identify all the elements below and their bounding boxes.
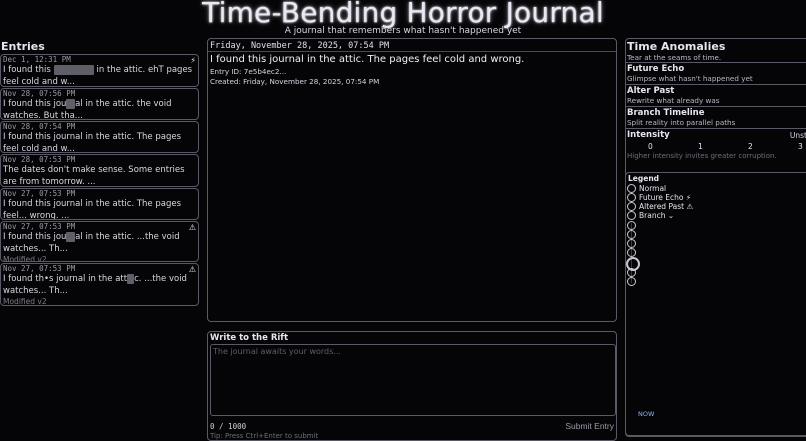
entry-preview-text: I found this jou <box>3 232 67 242</box>
timeline-node[interactable] <box>627 230 636 239</box>
entry-timestamp: Nov 28, 07:53 PM <box>3 155 76 164</box>
page-title: Time-Bending Horror Journal <box>202 0 604 29</box>
entry-preview-text: watches... Th... <box>3 285 68 296</box>
circle-icon <box>627 211 636 220</box>
entry-preview-text: I found this journal in the attic. The p… <box>3 132 182 153</box>
entry-timestamp: Nov 28, 07:56 PM <box>3 89 76 98</box>
entry-date: Friday, November 28, 2025, 07:54 PM <box>210 41 390 51</box>
intensity-tick: 1 <box>698 142 703 151</box>
entry-card[interactable]: Dec 1, 12:31 PM ⚡ I found this ▫▫▫▫▫▫▫ in … <box>0 54 199 87</box>
lightning-icon: ⚡ <box>190 56 196 65</box>
legend-label: Future Echo ⚡ <box>639 193 692 202</box>
mode-desc: Rewrite what already was <box>627 96 720 105</box>
entry-card[interactable]: Nov 28, 07:53 PM The dates don't make sen… <box>0 154 199 187</box>
entry-preview: The dates don't make sense. Some entries… <box>3 165 196 187</box>
submit-entry-button[interactable]: Submit Entry <box>565 421 614 431</box>
timeline-node[interactable] <box>627 248 636 257</box>
mode-desc: Split reality into parallel paths <box>627 118 736 127</box>
mode-future-echo[interactable]: Future Echo Glimpse what hasn't happened… <box>626 62 806 84</box>
circle-icon <box>627 184 636 193</box>
circle-icon <box>627 193 636 202</box>
mode-name: Future Echo <box>627 64 685 74</box>
intensity-tick: 3 <box>798 142 803 151</box>
mode-name: Alter Past <box>627 86 675 96</box>
entry-timestamp: Nov 27, 07:53 PM <box>3 222 76 231</box>
entry-timestamp: Nov 28, 07:54 PM <box>3 122 76 131</box>
entry-card[interactable]: Nov 27, 07:53 PM I found this journal in … <box>0 188 199 220</box>
legend-item-altered-past: Altered Past ⚠ <box>626 202 806 211</box>
now-marker: NOW <box>638 410 655 418</box>
entry-preview-text: I found th•s journal in the att <box>3 274 128 284</box>
entry-modified-badge: Modified v2 <box>3 297 47 306</box>
entry-modified-badge: Modified v2 <box>3 255 47 262</box>
warning-icon: ⚠ <box>188 265 196 274</box>
entry-preview-text: I found this <box>3 65 54 75</box>
redacted-text: ▫▫▫▫▫▫▫ <box>53 65 94 75</box>
page-subtitle: A journal that remembers what hasn't hap… <box>284 26 522 36</box>
timeline-node[interactable] <box>627 221 636 230</box>
entry-timestamp: Nov 27, 07:53 PM <box>3 189 76 198</box>
char-count: 0 / 1000 <box>210 422 247 431</box>
entry-timestamp: Dec 1, 12:31 PM <box>3 55 71 64</box>
timeline-node[interactable] <box>627 239 636 248</box>
circle-icon <box>627 202 636 211</box>
entry-card[interactable]: Nov 28, 07:54 PM I found this journal in … <box>0 121 199 153</box>
entry-preview-text: I found this journal in the attic. The p… <box>3 199 182 220</box>
submit-tip: Tip: Press Ctrl+Enter to submit <box>210 432 319 440</box>
legend-label: Normal <box>639 184 667 193</box>
entry-card[interactable]: Nov 27, 07:53 PM ⚠ I found th•s journal in… <box>0 263 199 306</box>
entry-preview-text: I found this jou <box>3 99 67 109</box>
entry-preview-text: The dates don't make sense. Some entries… <box>3 165 185 187</box>
composer-label: Write to the Rift <box>210 333 289 343</box>
intensity-label: Intensity <box>627 130 670 140</box>
entry-preview: I found this journal in the attic. the v… <box>3 99 196 119</box>
legend-panel: Legend Normal Future Echo ⚡ Altered Past… <box>625 172 806 437</box>
entry-text: I found this journal in the attic. The p… <box>208 51 616 67</box>
redacted-text: rn <box>66 232 76 242</box>
intensity-max-label: Unst <box>789 131 806 140</box>
legend-item-normal: Normal <box>626 184 806 193</box>
entry-preview: I found th•s journal in the atticc. ...t… <box>3 274 196 297</box>
entries-heading: Entries <box>1 40 45 53</box>
legend-item-future-echo: Future Echo ⚡ <box>626 193 806 202</box>
entry-card[interactable]: Nov 28, 07:56 PM I found this journal in … <box>0 88 199 120</box>
legend-title: Legend <box>628 174 660 183</box>
mode-alter-past[interactable]: Alter Past Rewrite what already was <box>626 84 806 106</box>
intensity-slider[interactable]: Intensity Unst 0 1 2 3 Higher intensity … <box>626 128 806 167</box>
intensity-tick: 2 <box>748 142 753 151</box>
entry-preview: I found this journal in the attic. The p… <box>3 132 196 153</box>
intensity-hint: Higher intensity invites greater corrupt… <box>627 152 777 160</box>
entry-card[interactable]: Nov 27, 07:53 PM ⚠ I found this journal in… <box>0 221 199 262</box>
timeline-node[interactable] <box>627 277 636 286</box>
anomalies-heading: Time Anomalies <box>627 40 726 53</box>
entry-preview: I found this journal in the attic. The p… <box>3 199 196 220</box>
entry-preview: I found this journal in the attic. ...th… <box>3 232 196 255</box>
entry-preview-text: c. ...the void <box>134 274 187 284</box>
mode-branch-timeline[interactable]: Branch Timeline Split reality into paral… <box>626 106 806 128</box>
mode-name: Branch Timeline <box>627 108 705 118</box>
warning-icon: ⚠ <box>188 223 196 232</box>
entry-timestamp: Nov 27, 07:53 PM <box>3 264 76 273</box>
entry-preview: I found this ▫▫▫▫▫▫▫ in the attic. ehT p… <box>3 65 196 86</box>
mode-desc: Glimpse what hasn't happened yet <box>627 74 753 83</box>
composer-panel: Write to the Rift The journal awaits you… <box>207 331 617 441</box>
entry-created: Created: Friday, November 28, 2025, 07:5… <box>210 76 380 86</box>
intensity-tick: 0 <box>648 142 653 151</box>
entry-textarea[interactable]: The journal awaits your words... <box>210 344 616 416</box>
legend-label: Altered Past ⚠ <box>639 202 694 211</box>
legend-label: Branch ⌄ <box>639 211 675 220</box>
anomalies-subheading: Tear at the seams of time. <box>627 53 722 62</box>
entry-viewer: Friday, November 28, 2025, 07:54 PM I fo… <box>207 38 617 322</box>
redacted-text: rn <box>66 99 76 109</box>
entry-id: Entry ID: 7e5b4ec2... <box>210 67 287 76</box>
legend-item-branch: Branch ⌄ <box>626 211 806 220</box>
timeline-node[interactable] <box>627 268 636 277</box>
